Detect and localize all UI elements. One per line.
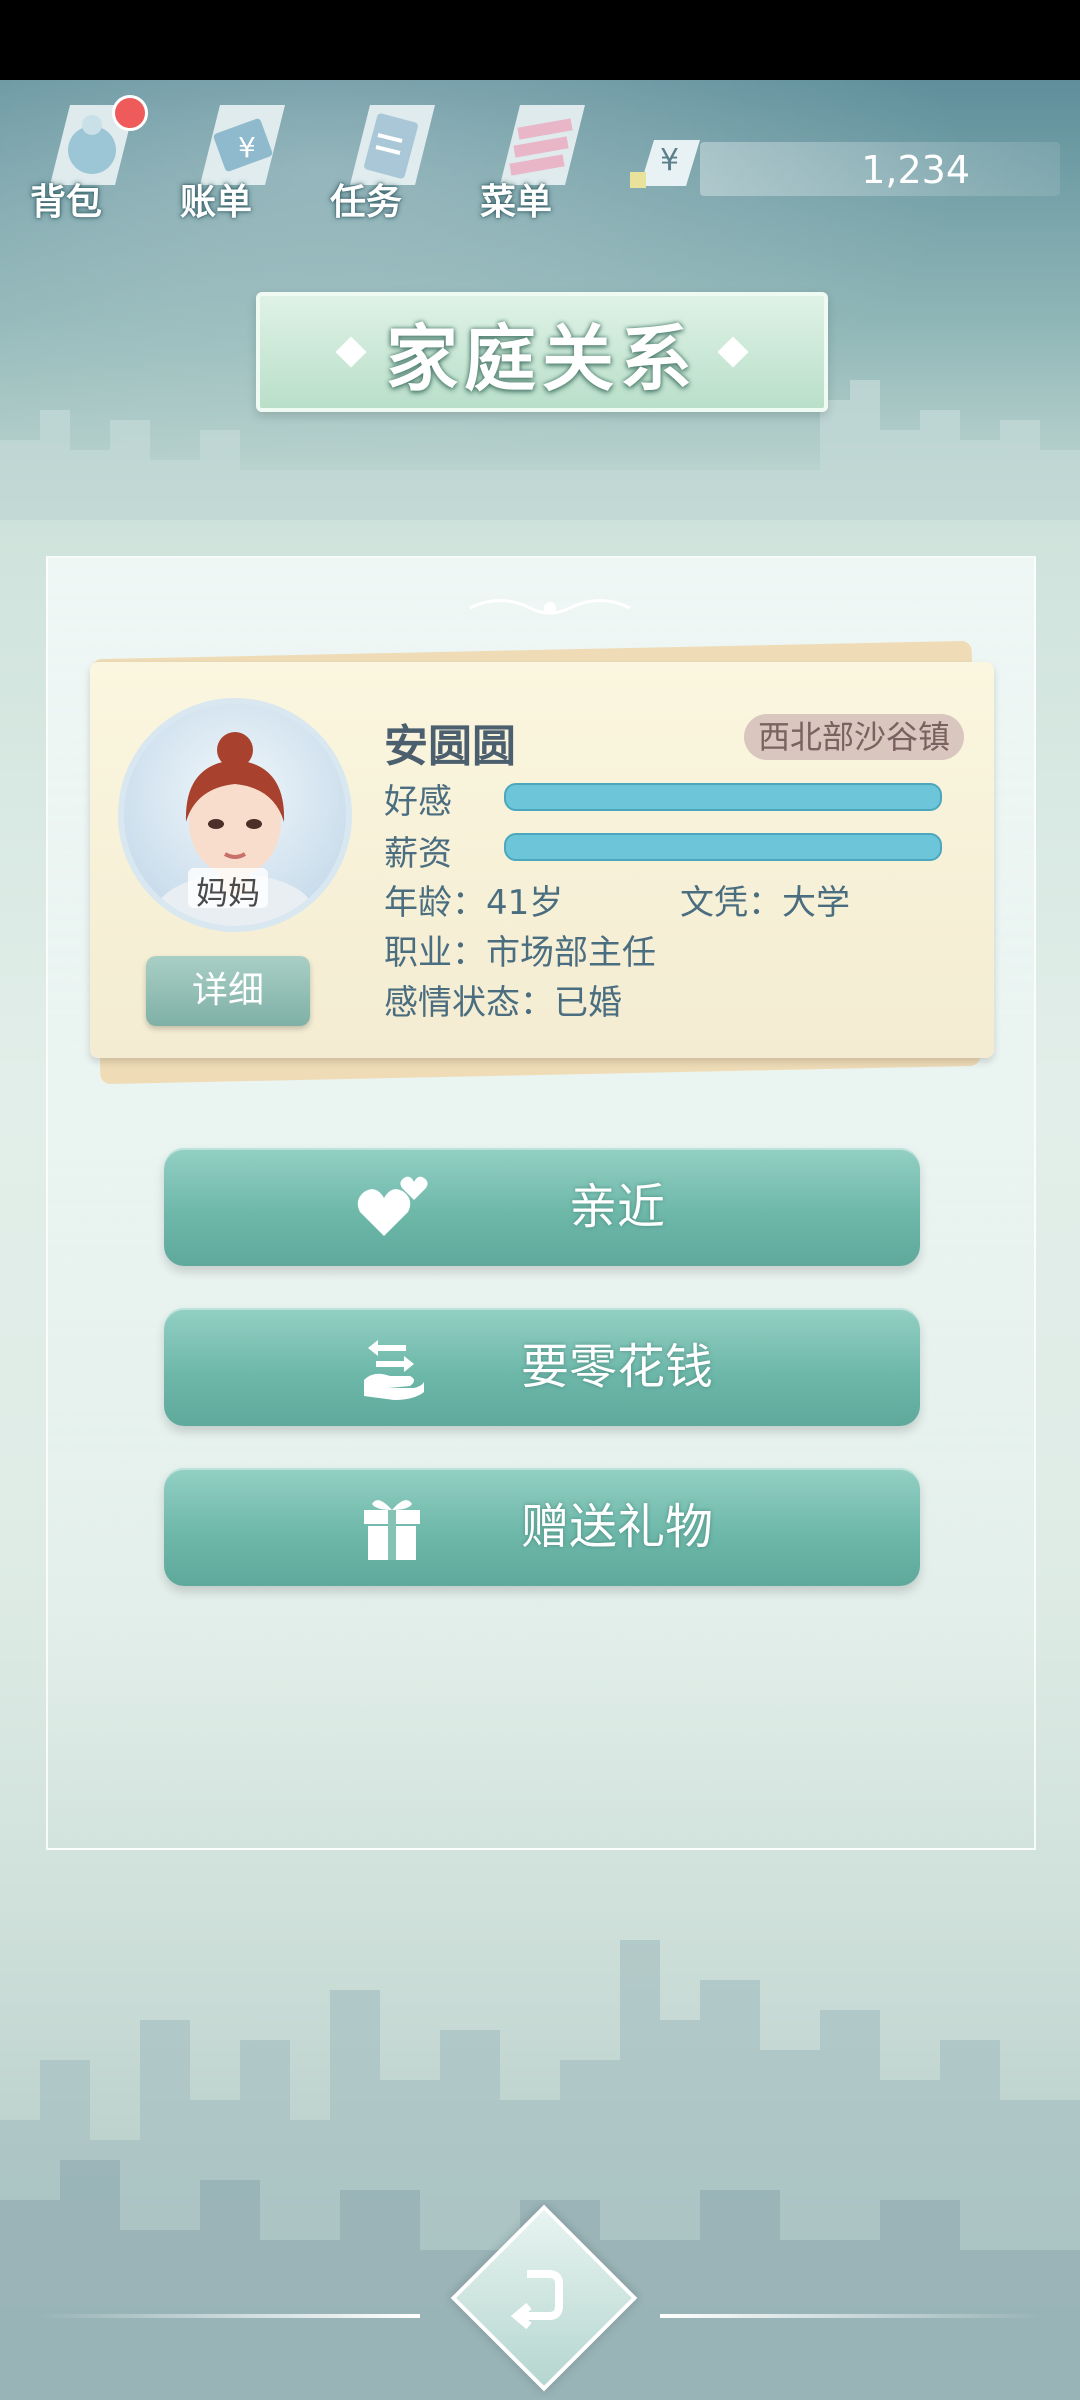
affection-bar xyxy=(504,783,942,811)
nav-task-label: 任务 xyxy=(330,182,403,223)
character-name: 安圆圆 xyxy=(384,721,516,772)
nav-task[interactable]: 任务 xyxy=(330,95,440,235)
nav-bill-label: 账单 xyxy=(180,182,253,223)
decorative-line-left xyxy=(40,2314,420,2318)
currency-value: 1,234 xyxy=(861,148,970,192)
nav-menu[interactable]: 菜单 xyxy=(480,95,590,235)
diamond-ornament-icon xyxy=(335,336,367,368)
diamond-ornament-icon xyxy=(717,336,749,368)
affection-label: 好感 xyxy=(384,782,452,822)
action-give-gift-button[interactable]: 赠送礼物 xyxy=(164,1468,920,1586)
detail-button[interactable]: 详细 xyxy=(146,956,310,1026)
decorative-line-right xyxy=(660,2314,1040,2318)
nav-bill[interactable]: ¥ 账单 xyxy=(180,95,290,235)
action-give-gift-label: 赠送礼物 xyxy=(520,1499,713,1555)
nav-bag[interactable]: 背包 xyxy=(30,95,148,235)
action-pocket-money-button[interactable]: 要零花钱 xyxy=(164,1308,920,1426)
yen-icon: ¥ xyxy=(630,140,700,188)
salary-bar xyxy=(504,833,942,861)
relationship-text: 感情状态：已婚 xyxy=(384,983,622,1023)
location-badge: 西北部沙谷镇 xyxy=(744,714,965,760)
notification-badge xyxy=(112,95,148,131)
page-title-banner: 家庭关系 xyxy=(256,292,828,412)
relation-tag: 妈妈 xyxy=(188,868,268,912)
nav-bag-label: 背包 xyxy=(30,182,103,223)
scroll-ornament-icon xyxy=(469,599,631,615)
return-arrow-icon xyxy=(510,2270,563,2330)
education-text: 文凭：大学 xyxy=(680,883,850,923)
nav-menu-label: 菜单 xyxy=(480,182,553,223)
age-text: 年龄：41岁 xyxy=(384,883,564,923)
salary-label: 薪资 xyxy=(384,834,452,874)
currency-display: ¥ 1,234 xyxy=(630,140,1060,196)
svg-text:¥: ¥ xyxy=(660,143,679,178)
action-close-label: 亲近 xyxy=(568,1179,665,1235)
page-title: 家庭关系 xyxy=(385,316,698,401)
job-text: 职业：市场部主任 xyxy=(384,933,656,973)
action-close-button[interactable]: 亲近 xyxy=(164,1148,920,1266)
action-pocket-money-label: 要零花钱 xyxy=(520,1339,713,1395)
top-navigation: 背包 ¥ 账单 任务 菜单 xyxy=(30,95,590,235)
status-bar xyxy=(0,0,1080,80)
svg-text:¥: ¥ xyxy=(238,131,256,164)
